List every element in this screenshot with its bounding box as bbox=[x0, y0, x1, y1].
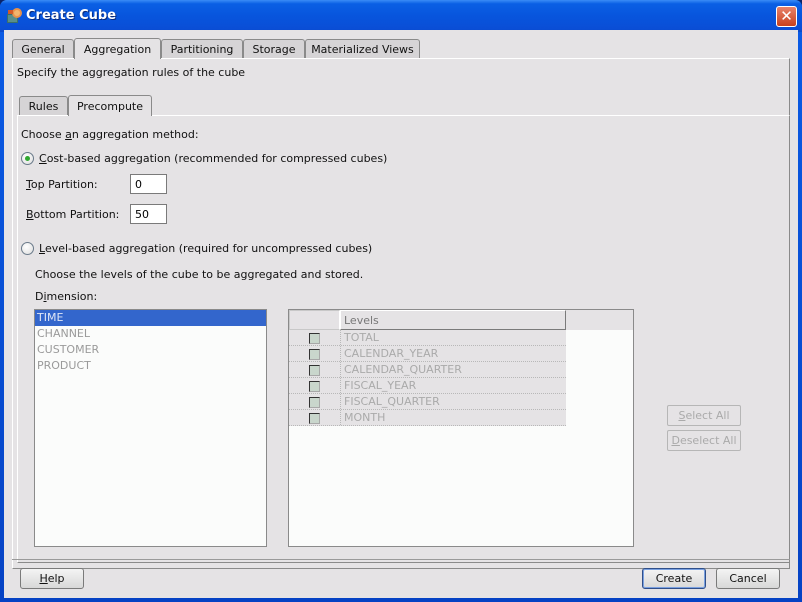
table-row: FISCAL_QUARTER bbox=[289, 394, 566, 410]
tab-precompute[interactable]: Precompute bbox=[68, 95, 152, 116]
close-button[interactable]: ✕ bbox=[776, 6, 797, 27]
level-checkbox[interactable] bbox=[309, 349, 320, 360]
level-name: FISCAL_QUARTER bbox=[340, 394, 440, 409]
tab-partitioning[interactable]: Partitioning bbox=[161, 39, 243, 59]
window-title: Create Cube bbox=[26, 8, 117, 23]
footer-divider bbox=[12, 559, 790, 560]
tab-label: Storage bbox=[252, 43, 296, 56]
table-row: CALENDAR_YEAR bbox=[289, 346, 566, 362]
level-checkbox[interactable] bbox=[309, 397, 320, 408]
dimension-item-product[interactable]: PRODUCT bbox=[35, 358, 266, 374]
level-name: CALENDAR_YEAR bbox=[340, 346, 438, 361]
level-name: MONTH bbox=[340, 410, 385, 425]
checkbox-column-header[interactable] bbox=[289, 310, 340, 330]
tab-rules[interactable]: Rules bbox=[19, 96, 68, 116]
create-cube-dialog: Create Cube ✕ General Aggregation Partit… bbox=[0, 0, 802, 602]
table-row: FISCAL_YEAR bbox=[289, 378, 566, 394]
tab-storage[interactable]: Storage bbox=[243, 39, 305, 59]
cost-based-radio[interactable] bbox=[21, 152, 34, 165]
help-button[interactable]: Help bbox=[20, 568, 84, 589]
levels-column-header[interactable]: Levels bbox=[340, 310, 566, 330]
select-all-button[interactable]: Select All bbox=[667, 405, 741, 426]
dimension-label: Dimension: bbox=[35, 290, 98, 303]
cube-app-icon bbox=[7, 8, 22, 23]
aggregation-method-label: Choose an aggregation method: bbox=[21, 128, 199, 141]
level-name: TOTAL bbox=[340, 330, 379, 345]
tab-label: Materialized Views bbox=[311, 43, 414, 56]
cancel-button[interactable]: Cancel bbox=[716, 568, 780, 589]
tab-general[interactable]: General bbox=[12, 39, 74, 59]
cost-based-label[interactable]: Cost-based aggregation (recommended for … bbox=[39, 152, 387, 165]
level-based-radio[interactable] bbox=[21, 242, 34, 255]
tab-label: Aggregation bbox=[83, 43, 152, 56]
tab-label: Partitioning bbox=[170, 43, 234, 56]
aggregation-description: Specify the aggregation rules of the cub… bbox=[17, 66, 246, 79]
dimension-item-channel[interactable]: CHANNEL bbox=[35, 326, 266, 342]
tab-aggregation[interactable]: Aggregation bbox=[74, 38, 161, 59]
level-checkbox[interactable] bbox=[309, 413, 320, 424]
tab-label: Precompute bbox=[76, 100, 144, 113]
dimension-list[interactable]: TIME CHANNEL CUSTOMER PRODUCT bbox=[34, 309, 267, 547]
title-bar[interactable]: Create Cube ✕ bbox=[0, 0, 802, 32]
bottom-partition-input[interactable]: 50 bbox=[130, 204, 167, 224]
dimension-item-customer[interactable]: CUSTOMER bbox=[35, 342, 266, 358]
table-row: MONTH bbox=[289, 410, 566, 426]
level-checkbox[interactable] bbox=[309, 381, 320, 392]
table-row: TOTAL bbox=[289, 330, 566, 346]
top-partition-label: Top Partition: bbox=[26, 178, 98, 191]
bottom-partition-label: Bottom Partition: bbox=[26, 208, 120, 221]
deselect-all-button[interactable]: Deselect All bbox=[667, 430, 741, 451]
level-based-label[interactable]: Level-based aggregation (required for un… bbox=[39, 242, 372, 255]
table-row: CALENDAR_QUARTER bbox=[289, 362, 566, 378]
dialog-content: General Aggregation Partitioning Storage… bbox=[4, 30, 798, 598]
create-button[interactable]: Create bbox=[642, 568, 706, 589]
level-name: FISCAL_YEAR bbox=[340, 378, 416, 393]
level-checkbox[interactable] bbox=[309, 333, 320, 344]
levels-instruction: Choose the levels of the cube to be aggr… bbox=[35, 268, 364, 281]
levels-table: Levels TOTAL CALENDAR_YEAR CALENDAR_QUAR… bbox=[288, 309, 634, 547]
dimension-item-time[interactable]: TIME bbox=[35, 310, 266, 326]
tab-label: General bbox=[21, 43, 65, 56]
levels-table-header: Levels bbox=[289, 310, 633, 330]
level-checkbox[interactable] bbox=[309, 365, 320, 376]
top-partition-input[interactable]: 0 bbox=[130, 174, 167, 194]
level-name: CALENDAR_QUARTER bbox=[340, 362, 462, 377]
tab-materialized-views[interactable]: Materialized Views bbox=[305, 39, 420, 59]
close-icon: ✕ bbox=[780, 7, 793, 25]
tab-label: Rules bbox=[28, 100, 59, 113]
